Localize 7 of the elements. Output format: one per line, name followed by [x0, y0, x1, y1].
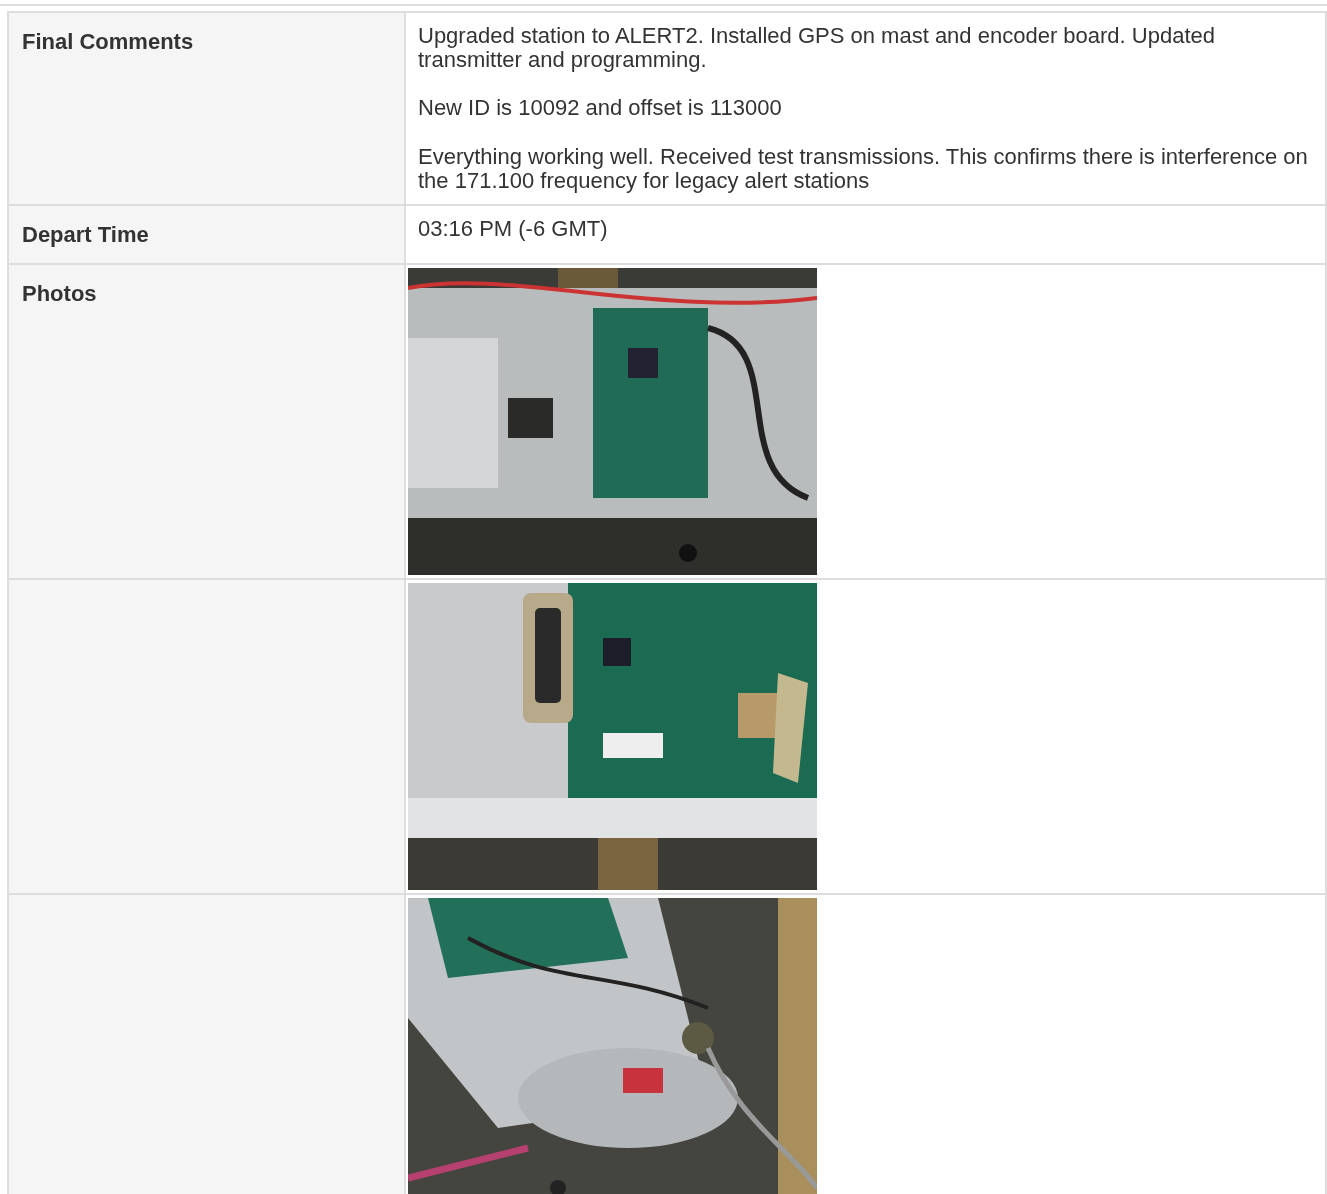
field-label: Depart Time	[22, 221, 149, 247]
field-value: 03:16 PM (-6 GMT)	[418, 216, 609, 242]
field-value: New ID is 10092 and offset is 113000	[418, 96, 783, 121]
field-value: Upgraded station to ALERT2. Installed GPS on mast and encoder board. Updated transmitter and programming.	[418, 24, 1216, 73]
field-label: Final Comments	[22, 29, 194, 54]
field-label: Photos	[22, 280, 97, 306]
field-value: Everything working well. Received test transmissions. This confirms there is interference on the 171.100 frequency for legacy alert stations	[418, 144, 1309, 193]
